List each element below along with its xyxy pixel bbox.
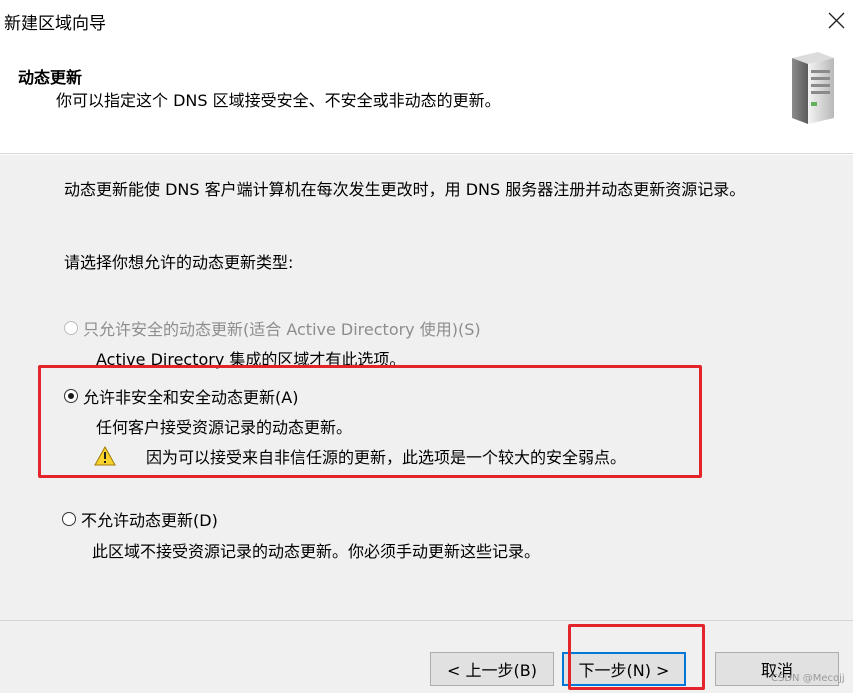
wizard-body: 动态更新能使 DNS 客户端计算机在每次发生更改时，用 DNS 服务器注册并动态… [0, 155, 853, 620]
radio-allow-all[interactable] [64, 389, 78, 403]
option-allow-all[interactable]: 允许非安全和安全动态更新(A) [64, 384, 298, 408]
back-button[interactable]: < 上一步(B) [430, 652, 554, 686]
option-allow-all-detail: 任何客户接受资源记录的动态更新。 [96, 418, 353, 437]
radio-no-dynamic[interactable] [62, 512, 76, 526]
prompt-text: 请选择你想允许的动态更新类型: [64, 253, 294, 272]
new-zone-wizard-window: 新建区域向导 动态更新 你可以指定这个 DNS 区域接受安全、不安全或非动态的更… [0, 0, 853, 693]
option-secure-only: 只允许安全的动态更新(适合 Active Directory 使用)(S) [64, 316, 481, 340]
radio-secure-only [64, 321, 78, 335]
option-no-dynamic[interactable]: 不允许动态更新(D) [62, 507, 218, 531]
close-button[interactable] [820, 4, 853, 37]
watermark: CSDN @Mecojj [771, 673, 845, 684]
server-icon [792, 52, 834, 124]
option-no-dynamic-detail: 此区域不接受资源记录的动态更新。你必须手动更新这些记录。 [92, 542, 541, 561]
page-title: 动态更新 [18, 68, 83, 87]
option-secure-only-label: 只允许安全的动态更新(适合 Active Directory 使用)(S) [83, 320, 481, 339]
description-text: 动态更新能使 DNS 客户端计算机在每次发生更改时，用 DNS 服务器注册并动态… [64, 180, 746, 199]
title-bar: 新建区域向导 [0, 0, 853, 44]
wizard-footer: < 上一步(B) 下一步(N) > 取消 CSDN @Mecojj [0, 620, 853, 693]
warning-icon [94, 446, 116, 466]
wizard-header: 动态更新 你可以指定这个 DNS 区域接受安全、不安全或非动态的更新。 [0, 44, 853, 154]
window-title: 新建区域向导 [4, 14, 106, 34]
option-secure-only-detail: Active Directory 集成的区域才有此选项。 [96, 350, 406, 369]
close-icon [828, 12, 845, 29]
next-button[interactable]: 下一步(N) > [562, 652, 686, 686]
option-no-dynamic-label: 不允许动态更新(D) [81, 511, 218, 530]
warning-text: 因为可以接受来自非信任源的更新，此选项是一个较大的安全弱点。 [146, 448, 627, 467]
option-allow-all-label: 允许非安全和安全动态更新(A) [83, 388, 299, 407]
security-warning: 因为可以接受来自非信任源的更新，此选项是一个较大的安全弱点。 [94, 444, 626, 468]
page-subtitle: 你可以指定这个 DNS 区域接受安全、不安全或非动态的更新。 [56, 91, 501, 110]
